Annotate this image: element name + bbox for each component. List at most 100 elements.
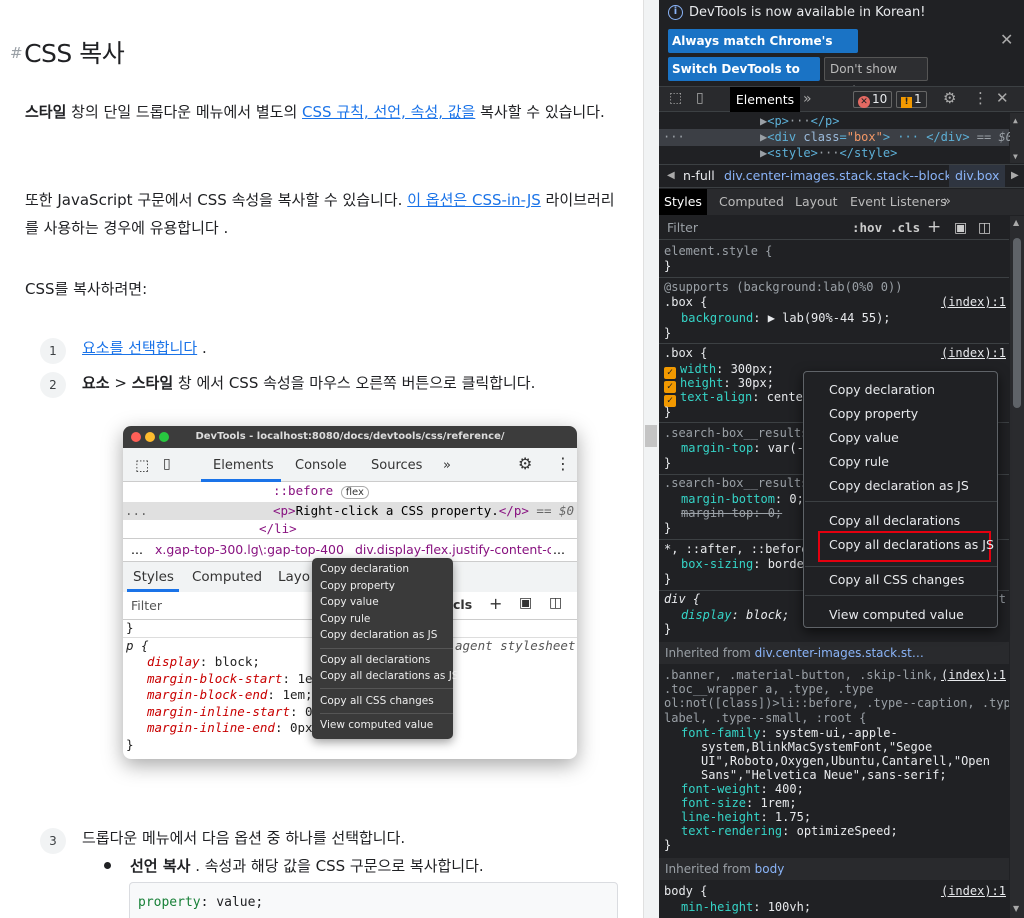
- tab-computed[interactable]: Computed: [719, 189, 784, 215]
- decl-box-sizing[interactable]: box-sizing: border-: [681, 557, 818, 572]
- dom-scrollbar[interactable]: ▲ ▼: [1010, 113, 1024, 163]
- crumb-item[interactable]: div.center-images.stack.stack--block.typ…: [724, 165, 984, 187]
- link-select-element[interactable]: 요소를 선택합니다: [82, 339, 197, 357]
- add-rule-icon[interactable]: +: [927, 215, 941, 239]
- tag: </style>: [839, 146, 898, 160]
- paint-icon[interactable]: ▣: [954, 216, 967, 240]
- styles-scrollbar[interactable]: ▲ ▼: [1010, 216, 1024, 918]
- decl-font-family[interactable]: font-family: system-ui,-apple-: [681, 726, 898, 741]
- rule-selector[interactable]: .search-box__results>: [664, 476, 816, 491]
- scroll-thumb[interactable]: [1013, 238, 1021, 408]
- decl-margin-bottom[interactable]: margin-bottom: 0;: [681, 492, 804, 507]
- menu-copy-all-declarations-as-js[interactable]: Copy all declarations as JS: [829, 537, 994, 552]
- rule-selector[interactable]: label, .type--small, :root {: [664, 711, 866, 726]
- inherited-link[interactable]: div.center-images.stack.st…: [755, 646, 924, 660]
- dom-node-style[interactable]: ▶<style>···</style>: [760, 145, 897, 161]
- pane-resizer[interactable]: [643, 0, 659, 918]
- errors-badge[interactable]: ✕ 10: [853, 91, 892, 108]
- filter-input[interactable]: Filter: [667, 216, 698, 240]
- decl-min-height[interactable]: min-height: 100vh;: [681, 900, 811, 915]
- dont-show-again-button[interactable]: Don't show again: [824, 57, 928, 98]
- link-css-rules[interactable]: CSS 규칙, 선언, 속성, 값을: [302, 103, 475, 121]
- gear-icon[interactable]: ⚙: [943, 89, 956, 107]
- crumb-scroll-right-icon[interactable]: ▶: [1011, 165, 1019, 187]
- tab-layout[interactable]: Layout: [795, 189, 838, 215]
- more-tabs-icon[interactable]: »: [943, 189, 951, 215]
- prop: margin-inline-end: [147, 720, 275, 735]
- menu-copy-all-css-changes[interactable]: Copy all CSS changes: [829, 572, 964, 587]
- tab-elements[interactable]: Elements: [730, 87, 800, 112]
- resize-grip-icon[interactable]: [645, 425, 657, 447]
- scroll-up-icon[interactable]: ▲: [1013, 113, 1018, 129]
- cls-button: cls: [453, 597, 473, 612]
- dom-node-p[interactable]: ▶<p>···</p>: [760, 113, 840, 129]
- source-link[interactable]: (index):1: [941, 346, 1006, 361]
- decl-margin-top[interactable]: margin-top: var(--: [681, 441, 811, 456]
- crumb-scroll-left-icon[interactable]: ◀: [667, 165, 675, 187]
- code-sample: property: value;: [129, 882, 618, 918]
- more-tabs-icon[interactable]: »: [803, 91, 812, 107]
- source-link[interactable]: (index):1: [941, 668, 1006, 683]
- warnings-badge[interactable]: ! 1: [896, 91, 927, 108]
- rule-selector[interactable]: div {: [664, 592, 700, 607]
- inspect-icon[interactable]: ⬚: [669, 90, 682, 106]
- decl-line-height[interactable]: line-height: 1.75;: [681, 810, 811, 825]
- source-link[interactable]: (index):1: [941, 884, 1006, 899]
- rule-selector[interactable]: .box {: [664, 346, 707, 361]
- close-devtools-icon[interactable]: ✕: [996, 89, 1009, 107]
- anchor-hash[interactable]: #: [10, 44, 23, 62]
- decl-margin-top-overridden[interactable]: margin-top: 0;: [681, 506, 782, 521]
- always-match-language-button[interactable]: Always match Chrome's language: [668, 29, 858, 72]
- link-css-in-js[interactable]: 이 옵션은 CSS-in-JS: [407, 191, 541, 209]
- decl-text-rendering[interactable]: text-rendering: optimizeSpeed;: [681, 824, 898, 839]
- rule-selector[interactable]: .search-box__results>: [664, 426, 816, 441]
- decl-font-size[interactable]: font-size: 1rem;: [681, 796, 797, 811]
- menu-copy-value[interactable]: Copy value: [829, 430, 899, 445]
- menu-item: Copy all declarations: [320, 654, 431, 666]
- text: . 속성과 해당 값을 CSS 구문으로 복사합니다.: [190, 857, 484, 875]
- menu-copy-declaration[interactable]: Copy declaration: [829, 382, 935, 397]
- rule-selector[interactable]: .toc__wrapper a, .type, .type: [664, 682, 874, 697]
- scroll-down-icon[interactable]: ▼: [1013, 149, 1018, 163]
- menu-copy-all-declarations[interactable]: Copy all declarations: [829, 513, 960, 528]
- brace: }: [664, 405, 672, 419]
- crumb-item-active[interactable]: div.box: [949, 165, 1006, 187]
- hov-button[interactable]: :hov: [852, 216, 882, 240]
- source-link[interactable]: (index):1: [941, 295, 1006, 310]
- decl-display[interactable]: display: block;: [681, 608, 789, 623]
- element-style-selector[interactable]: element.style {: [664, 244, 772, 259]
- error-count: 10: [872, 92, 888, 106]
- inherited-link[interactable]: body: [755, 862, 785, 876]
- scroll-up-icon[interactable]: ▲: [1013, 218, 1019, 227]
- rule-selector[interactable]: body {: [664, 884, 707, 899]
- decl-text-align[interactable]: ✓ text-align: center: [664, 390, 810, 407]
- menu-view-computed-value[interactable]: View computed value: [829, 607, 964, 622]
- rule-selector[interactable]: .box {: [664, 295, 707, 310]
- more-vert-icon[interactable]: ⋮: [973, 89, 988, 107]
- close-icon[interactable]: ✕: [1000, 30, 1013, 49]
- minimize-dot-icon: [145, 432, 155, 442]
- rule-selector[interactable]: .banner, .material-button, .skip-link,: [664, 668, 939, 683]
- crumb-item[interactable]: n-full: [683, 165, 715, 187]
- step-3: 드롭다운 메뉴에서 다음 옵션 중 하나를 선택합니다.: [82, 829, 406, 847]
- decl-background[interactable]: background: ▶ lab(90%-44 55);: [681, 311, 891, 326]
- tab-styles[interactable]: Styles: [659, 189, 707, 215]
- dom-node-div-box[interactable]: ▶<div class="box"> ··· </div> == $0: [760, 129, 1013, 145]
- rule-selector[interactable]: ol:not([class])>li::before, .type--capti…: [664, 696, 1009, 711]
- tab-event-listeners[interactable]: Event Listeners: [850, 189, 947, 215]
- sidebar-toggle-icon[interactable]: ◫: [978, 216, 991, 240]
- brace: }: [664, 572, 672, 586]
- menu-copy-declaration-as-js[interactable]: Copy declaration as JS: [829, 478, 969, 493]
- menu-copy-property[interactable]: Copy property: [829, 406, 918, 421]
- error-icon: ✕: [858, 96, 870, 108]
- decl-font-weight[interactable]: font-weight: 400;: [681, 782, 804, 797]
- switch-to-korean-button[interactable]: Switch DevTools to Korean: [668, 57, 820, 100]
- cls-button[interactable]: .cls: [890, 216, 920, 240]
- scroll-down-icon[interactable]: ▼: [1013, 904, 1019, 913]
- rule-selector[interactable]: *, ::after, ::before: [664, 542, 809, 557]
- add-icon: +: [489, 594, 503, 613]
- infobar-message: DevTools is now available in Korean!: [689, 5, 926, 20]
- device-toggle-icon[interactable]: ▯: [696, 90, 704, 106]
- screenshot-tab-console: Console: [295, 458, 347, 473]
- menu-copy-rule[interactable]: Copy rule: [829, 454, 889, 469]
